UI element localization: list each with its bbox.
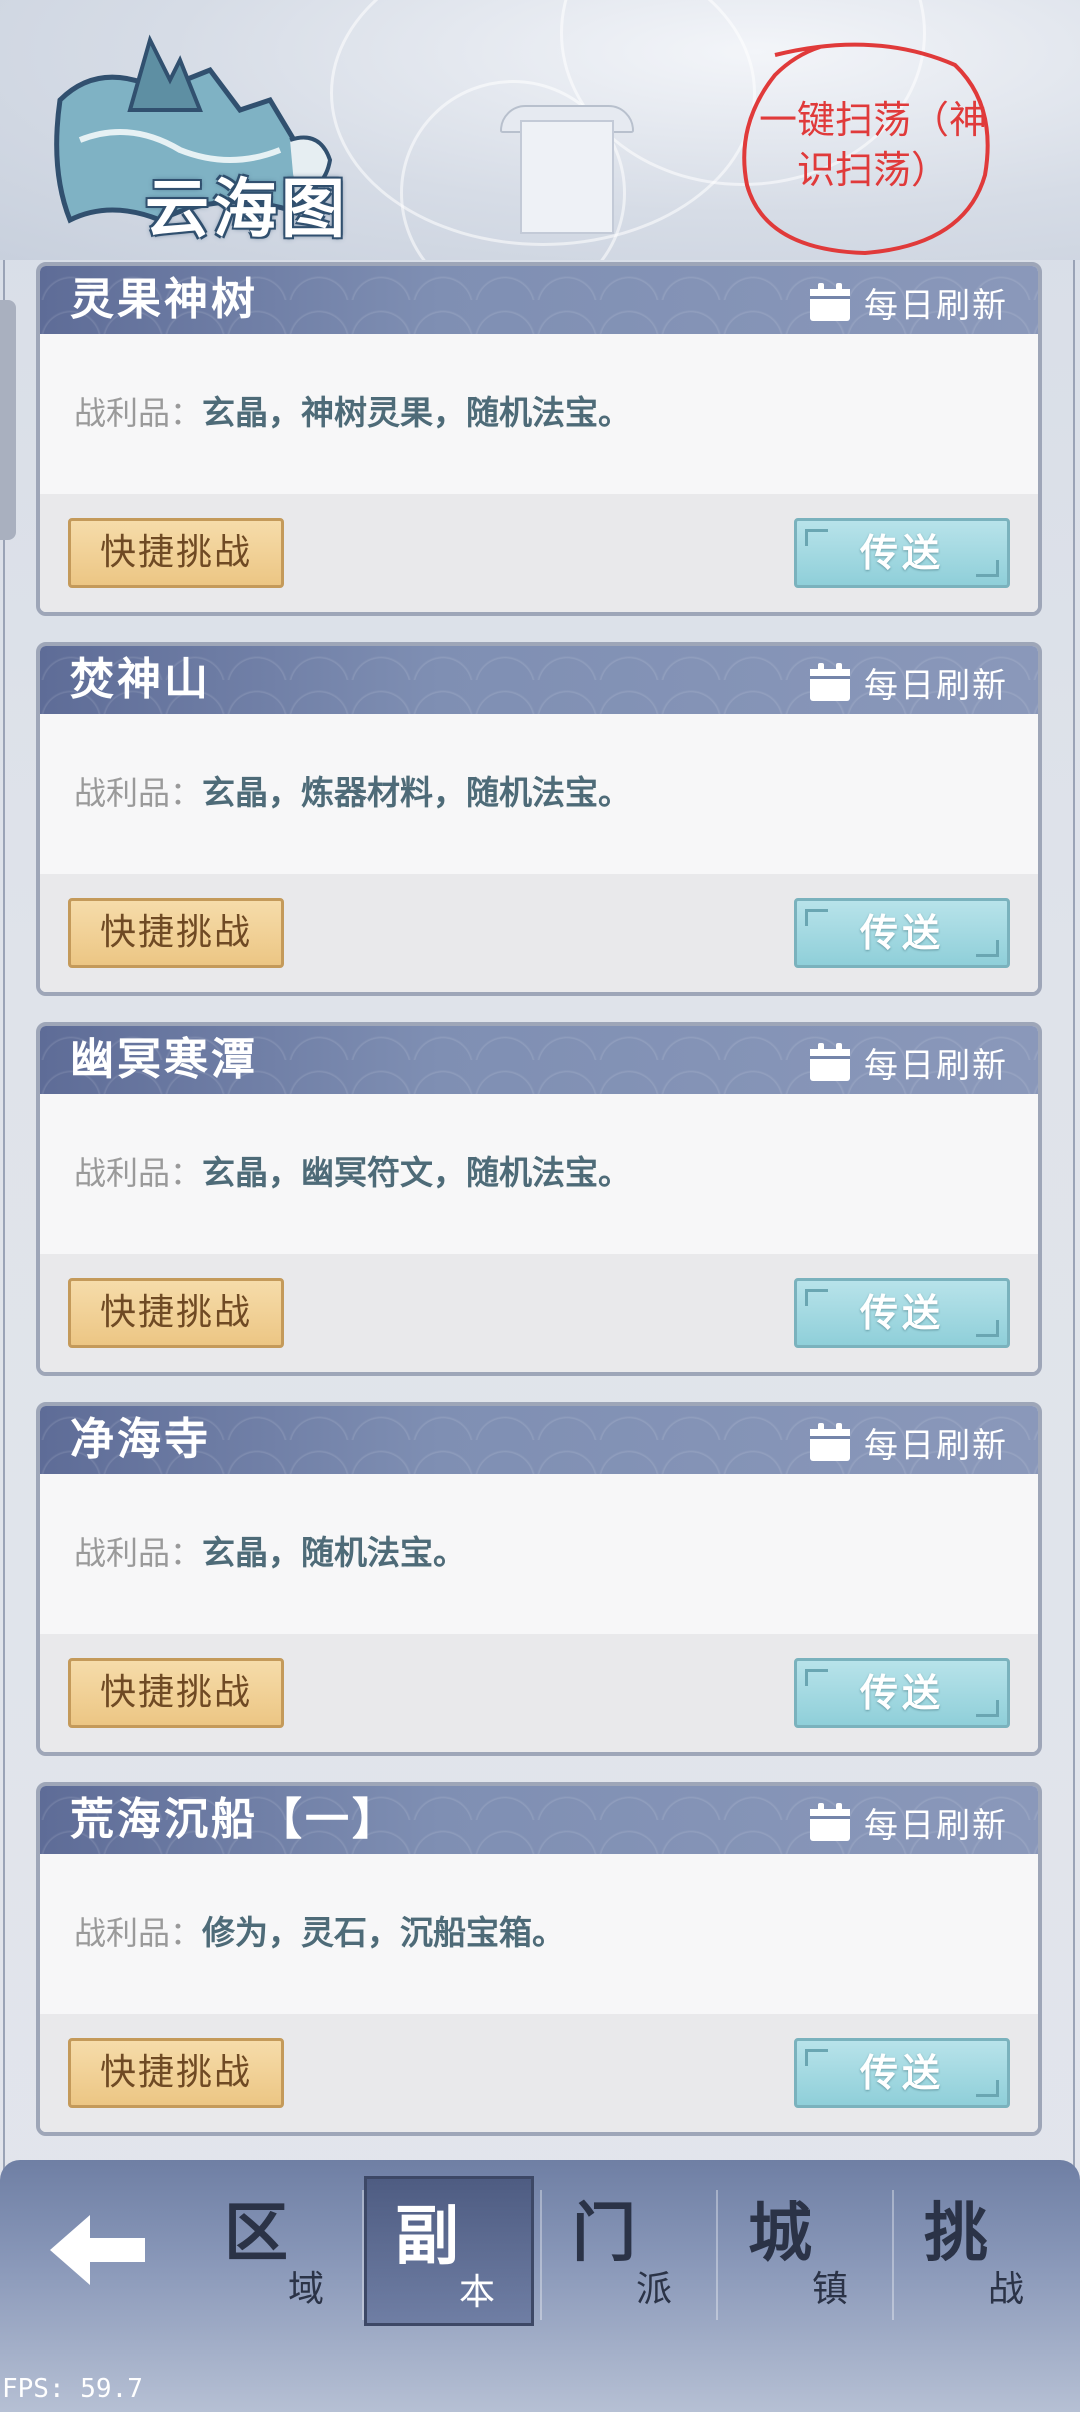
refresh-badge: 每日刷新 [810,1040,1008,1086]
card-footer: 快捷挑战 传送 [40,494,1038,612]
loot-value: 玄晶，幽冥符文，随机法宝。 [202,1153,632,1192]
card-body: 战利品：玄晶，幽冥符文，随机法宝。 [40,1094,1038,1254]
card-header: 灵果神树 每日刷新 [40,266,1038,334]
card-header: 幽冥寒潭 每日刷新 [40,1026,1038,1094]
teleport-button[interactable]: 传送 [794,2038,1010,2108]
teleport-button[interactable]: 传送 [794,1278,1010,1348]
back-button[interactable] [40,2200,160,2300]
refresh-label: 每日刷新 [864,1425,1008,1466]
dungeon-card: 荒海沉船【一】 每日刷新 战利品：修为，灵石，沉船宝箱。 快捷挑战 传送 [36,1782,1042,2136]
tab-char: 副 [395,2199,459,2274]
loot-label: 战利品： [74,394,203,432]
nav-divider [540,2190,542,2320]
refresh-label: 每日刷新 [864,1805,1008,1846]
sweep-annotation: 一键扫荡（神识扫荡） [735,35,997,260]
tab-town[interactable]: 城 镇 [720,2176,890,2326]
tab-sect[interactable]: 门 派 [544,2176,714,2326]
quick-challenge-button[interactable]: 快捷挑战 [68,1658,284,1728]
dungeon-card: 焚神山 每日刷新 战利品：玄晶，炼器材料，随机法宝。 快捷挑战 传送 [36,642,1042,996]
calendar-icon [810,283,850,321]
card-footer: 快捷挑战 传送 [40,874,1038,992]
page-title: 云海图 [145,172,349,247]
tab-char: 派 [636,2269,673,2310]
card-body: 战利品：玄晶，炼器材料，随机法宝。 [40,714,1038,874]
side-drawer-handle[interactable] [0,300,16,540]
quick-challenge-button[interactable]: 快捷挑战 [68,2038,284,2108]
loot-line: 战利品：玄晶，炼器材料，随机法宝。 [74,766,631,814]
card-body: 战利品：玄晶，神树灵果，随机法宝。 [40,334,1038,494]
tab-char: 城 [748,2196,812,2271]
loot-label: 战利品： [74,1154,203,1192]
card-header: 焚神山 每日刷新 [40,646,1038,714]
card-footer: 快捷挑战 传送 [40,1254,1038,1372]
teleport-button[interactable]: 传送 [794,518,1010,588]
fps-counter: FPS: 59.7 [2,2374,143,2404]
nav-divider [716,2190,718,2320]
nav-divider [892,2190,894,2320]
card-header: 净海寺 每日刷新 [40,1406,1038,1474]
tab-char: 门 [572,2196,636,2271]
card-footer: 快捷挑战 传送 [40,2014,1038,2132]
calendar-icon [810,1043,850,1081]
loot-label: 战利品： [74,1914,203,1952]
calendar-icon [810,1803,850,1841]
dungeon-name: 幽冥寒潭 [70,1034,258,1085]
refresh-badge: 每日刷新 [810,1800,1008,1846]
tab-region[interactable]: 区 域 [196,2176,366,2326]
annotation-text: 一键扫荡（神识扫荡） [758,98,987,192]
card-body: 战利品：玄晶，随机法宝。 [40,1474,1038,1634]
card-body: 战利品：修为，灵石，沉船宝箱。 [40,1854,1038,2014]
bottom-nav: 区 域 副 本 门 派 城 镇 挑 战 [0,2160,1080,2412]
pavilion-decoration [520,120,614,234]
loot-value: 修为，灵石，沉船宝箱。 [202,1913,566,1952]
loot-value: 玄晶，神树灵果，随机法宝。 [202,393,632,432]
refresh-badge: 每日刷新 [810,280,1008,326]
refresh-label: 每日刷新 [864,1045,1008,1086]
calendar-icon [810,663,850,701]
dungeon-card: 净海寺 每日刷新 战利品：玄晶，随机法宝。 快捷挑战 传送 [36,1402,1042,1756]
tab-char: 域 [288,2269,325,2310]
loot-label: 战利品： [74,774,203,812]
tab-char: 本 [459,2272,496,2313]
dungeon-name: 焚神山 [70,654,211,705]
quick-challenge-button[interactable]: 快捷挑战 [68,1278,284,1348]
card-header: 荒海沉船【一】 每日刷新 [40,1786,1038,1854]
loot-line: 战利品：玄晶，幽冥符文，随机法宝。 [74,1146,631,1194]
dungeon-name: 灵果神树 [70,274,258,325]
loot-line: 战利品：玄晶，神树灵果，随机法宝。 [74,386,631,434]
tab-challenge[interactable]: 挑 战 [896,2176,1066,2326]
quick-challenge-button[interactable]: 快捷挑战 [68,518,284,588]
dungeon-name: 净海寺 [70,1414,211,1465]
loot-line: 战利品：玄晶，随机法宝。 [74,1526,466,1574]
teleport-button[interactable]: 传送 [794,1658,1010,1728]
quick-challenge-button[interactable]: 快捷挑战 [68,898,284,968]
tab-char: 战 [988,2269,1025,2310]
refresh-label: 每日刷新 [864,285,1008,326]
tab-char: 挑 [924,2196,988,2271]
tab-dungeon[interactable]: 副 本 [364,2176,534,2326]
dungeon-card: 灵果神树 每日刷新 战利品：玄晶，神树灵果，随机法宝。 快捷挑战 传送 [36,262,1042,616]
loot-value: 玄晶，随机法宝。 [202,1533,467,1572]
refresh-badge: 每日刷新 [810,660,1008,706]
tab-char: 区 [224,2196,288,2271]
refresh-badge: 每日刷新 [810,1420,1008,1466]
loot-value: 玄晶，炼器材料，随机法宝。 [202,773,632,812]
card-footer: 快捷挑战 传送 [40,1634,1038,1752]
dungeon-name: 荒海沉船【一】 [70,1794,399,1845]
tab-char: 镇 [812,2269,849,2310]
loot-line: 战利品：修为，灵石，沉船宝箱。 [74,1906,565,1954]
teleport-button[interactable]: 传送 [794,898,1010,968]
dungeon-card: 幽冥寒潭 每日刷新 战利品：玄晶，幽冥符文，随机法宝。 快捷挑战 传送 [36,1022,1042,1376]
loot-label: 战利品： [74,1534,203,1572]
calendar-icon [810,1423,850,1461]
dungeon-list: 灵果神树 每日刷新 战利品：玄晶，神树灵果，随机法宝。 快捷挑战 传送 焚神山 … [36,262,1042,2162]
refresh-label: 每日刷新 [864,665,1008,706]
header-banner: 云海图 一键扫荡（神识扫荡） [0,0,1080,260]
arrow-left-icon [50,2215,145,2285]
